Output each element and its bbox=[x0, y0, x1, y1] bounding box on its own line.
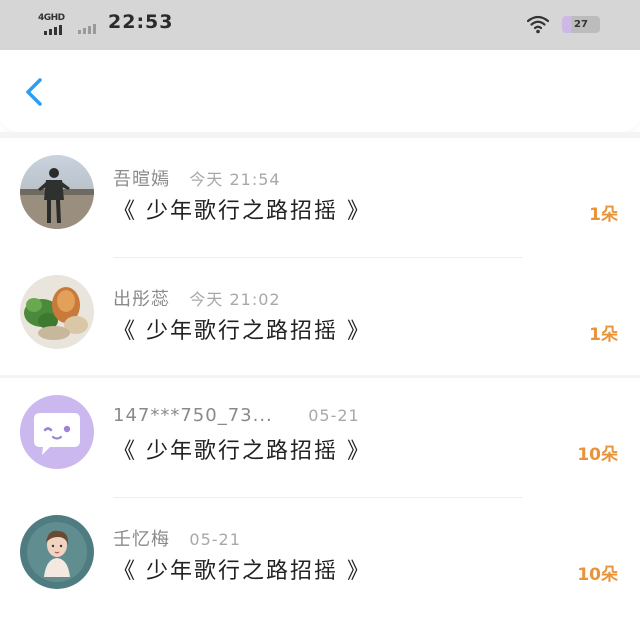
battery-level: 27 bbox=[574, 19, 588, 30]
meta-line: 吾暄嫣 今天 21:54 bbox=[113, 165, 281, 190]
avatar[interactable] bbox=[20, 395, 94, 469]
status-time: 22:53 bbox=[108, 11, 174, 33]
meta-line: 147***750_73... 05-21 bbox=[113, 405, 360, 427]
avatar[interactable] bbox=[20, 275, 94, 349]
nickname: 出彤蕊 bbox=[113, 289, 170, 310]
flower-count: 1朵 bbox=[589, 205, 618, 225]
list-item[interactable]: 出彤蕊 今天 21:02 《 少年歌行之路招摇 》 1朵 bbox=[0, 258, 640, 378]
wifi-icon bbox=[526, 14, 550, 34]
signal-icon: 4GHD bbox=[38, 13, 68, 35]
book-title[interactable]: 《 少年歌行之路招摇 》 bbox=[113, 433, 371, 465]
header bbox=[0, 50, 640, 132]
flower-count: 10朵 bbox=[577, 445, 618, 465]
timestamp: 05-21 bbox=[189, 530, 241, 549]
avatar[interactable] bbox=[20, 155, 94, 229]
avatar[interactable] bbox=[20, 515, 94, 589]
signal-secondary-icon bbox=[78, 24, 96, 34]
timestamp: 05-21 bbox=[308, 406, 360, 425]
list-item[interactable]: 吾暄嫣 今天 21:54 《 少年歌行之路招摇 》 1朵 bbox=[0, 138, 640, 258]
meta-line: 壬忆梅 05-21 bbox=[113, 525, 241, 550]
book-title[interactable]: 《 少年歌行之路招摇 》 bbox=[113, 193, 371, 225]
timestamp: 今天 21:02 bbox=[189, 290, 281, 309]
nickname: 壬忆梅 bbox=[113, 529, 170, 550]
nickname: 吾暄嫣 bbox=[113, 169, 170, 190]
timestamp: 今天 21:54 bbox=[189, 170, 281, 189]
network-type: 4GHD bbox=[38, 13, 65, 23]
flower-count: 10朵 bbox=[577, 565, 618, 585]
book-title[interactable]: 《 少年歌行之路招摇 》 bbox=[113, 313, 371, 345]
battery-icon: 27 bbox=[562, 16, 600, 33]
flower-count: 1朵 bbox=[589, 325, 618, 345]
nickname: 147***750_73... bbox=[113, 405, 273, 426]
chevron-left-icon bbox=[26, 78, 42, 106]
back-button[interactable] bbox=[18, 72, 54, 112]
gift-list: 吾暄嫣 今天 21:54 《 少年歌行之路招摇 》 1朵 出彤蕊 今天 21:0… bbox=[0, 138, 640, 618]
meta-line: 出彤蕊 今天 21:02 bbox=[113, 285, 281, 310]
list-item[interactable]: 壬忆梅 05-21 《 少年歌行之路招摇 》 10朵 bbox=[0, 498, 640, 618]
book-title[interactable]: 《 少年歌行之路招摇 》 bbox=[113, 553, 371, 585]
status-bar: 4GHD 22:53 27 bbox=[0, 0, 640, 50]
list-item[interactable]: 147***750_73... 05-21 《 少年歌行之路招摇 》 10朵 bbox=[0, 378, 640, 498]
